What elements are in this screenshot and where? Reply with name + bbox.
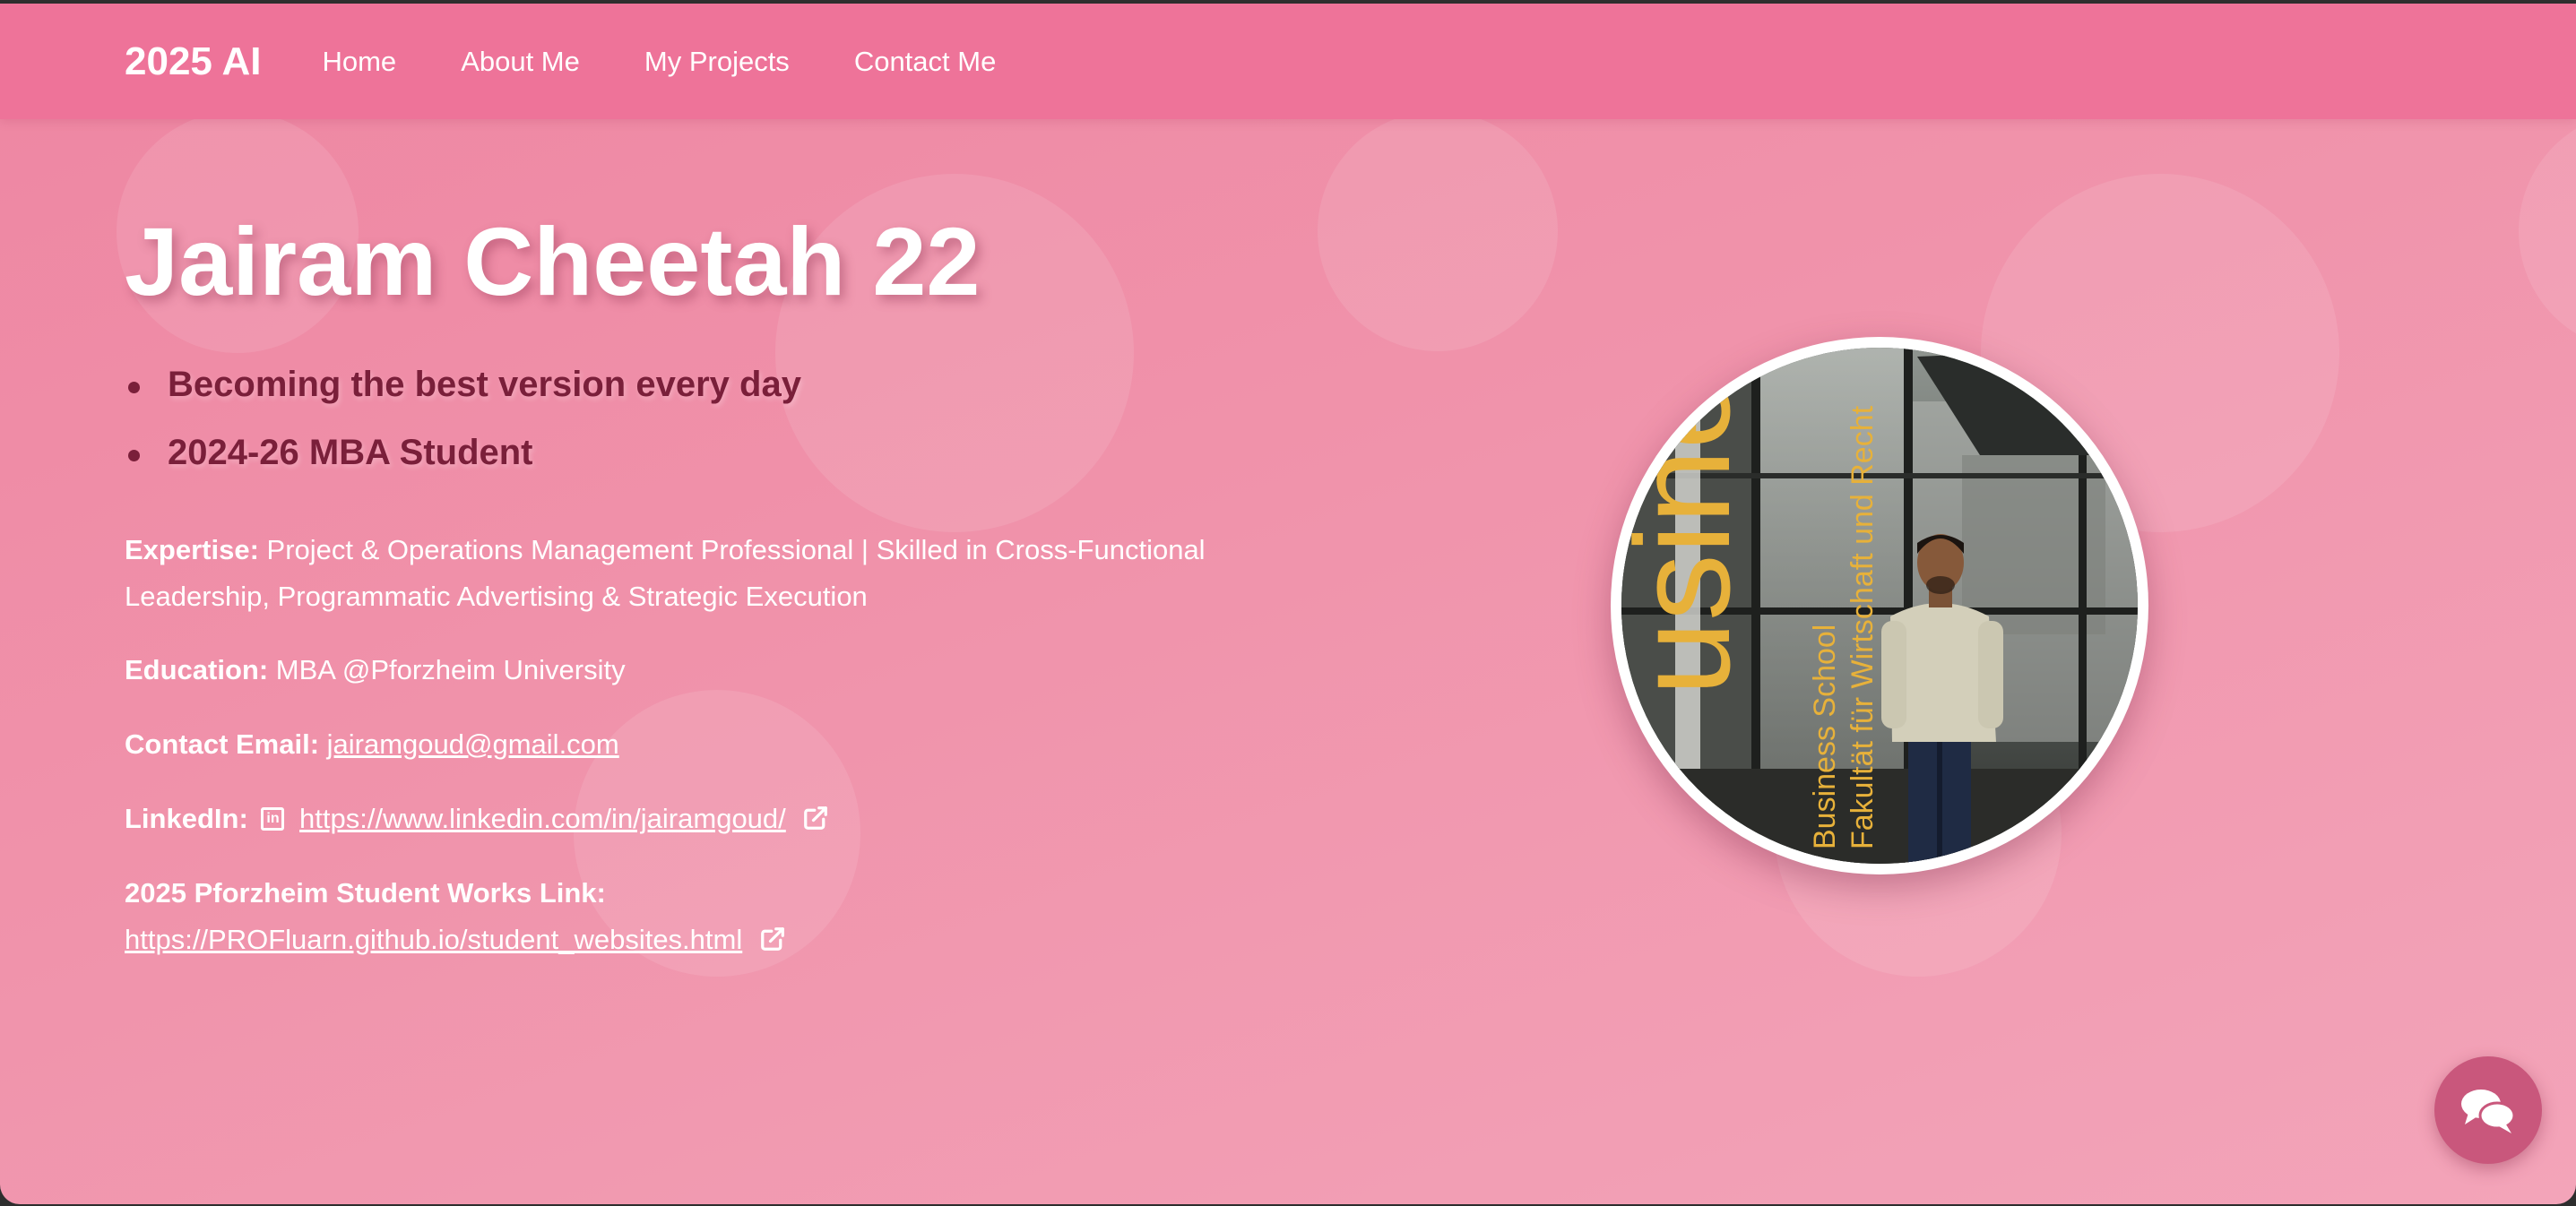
linkedin-label: LinkedIn: (125, 803, 248, 834)
bg-bubble (1318, 111, 1558, 351)
hero-title: Jairam Cheetah 22 (125, 207, 981, 315)
education-block: Education: MBA @Pforzheim University (125, 647, 626, 693)
nav-link-about-me[interactable]: About Me (461, 46, 580, 78)
bullet-dot (128, 382, 140, 393)
expertise-block: Expertise: Project & Operations Manageme… (125, 527, 1206, 620)
linkedin-link[interactable]: https://www.linkedin.com/in/jairamgoud/ (299, 803, 786, 834)
profile-photo-frame: usine Business School Fakultät für Wirts… (1611, 337, 2148, 874)
linkedin-block: LinkedIn: in https://www.linkedin.com/in… (125, 796, 829, 842)
chat-button[interactable] (2434, 1056, 2542, 1164)
linkedin-icon: in (261, 807, 285, 831)
chat-bubbles-icon (2461, 1090, 2516, 1133)
navbar: 2025 AI Home About Me My Projects Contac… (0, 4, 2576, 119)
profile-photo: usine Business School Fakultät für Wirts… (1621, 348, 2138, 864)
education-label: Education: (125, 654, 269, 685)
sign-line-1: Business School (1808, 625, 1842, 849)
education-value: MBA @Pforzheim University (275, 654, 626, 685)
expertise-label: Expertise: (125, 534, 259, 565)
tagline-list: Becoming the best version every day 2024… (125, 362, 801, 498)
expertise-value: Project & Operations Management Professi… (266, 534, 1206, 565)
brand-logo[interactable]: 2025 AI (125, 39, 261, 84)
nav-link-my-projects[interactable]: My Projects (644, 46, 790, 78)
external-link-icon[interactable] (802, 805, 829, 831)
tagline-item: 2024-26 MBA Student (125, 430, 801, 498)
sign-big-text: usine (1621, 375, 1758, 696)
page: 2025 AI Home About Me My Projects Contac… (0, 4, 2576, 1204)
sign-line-2: Fakultät für Wirtschaft und Recht (1846, 405, 1880, 849)
expertise-line: Leadership, Programmatic Advertising & S… (125, 581, 868, 612)
student-works-label: 2025 Pforzheim Student Works Link: (125, 877, 606, 909)
tagline-text: 2024-26 MBA Student (168, 433, 533, 472)
tagline-text: Becoming the best version every day (168, 365, 801, 404)
email-block: Contact Email: jairamgoud@gmail.com (125, 721, 619, 768)
nav-link-home[interactable]: Home (322, 46, 396, 78)
email-link[interactable]: jairamgoud@gmail.com (327, 728, 619, 760)
student-works-link[interactable]: https://PROFluarn.github.io/student_webs… (125, 924, 742, 955)
external-link-icon[interactable] (759, 926, 786, 952)
email-label: Contact Email: (125, 728, 320, 760)
bullet-dot (128, 450, 140, 461)
profile-photo-illustration: usine Business School Fakultät für Wirts… (1621, 348, 2138, 864)
expertise-line: Expertise: Project & Operations Manageme… (125, 527, 1206, 573)
student-works-block: 2025 Pforzheim Student Works Link: https… (125, 870, 786, 963)
bg-bubble (2519, 111, 2576, 351)
nav-link-contact-me[interactable]: Contact Me (854, 46, 997, 78)
tagline-item: Becoming the best version every day (125, 362, 801, 430)
